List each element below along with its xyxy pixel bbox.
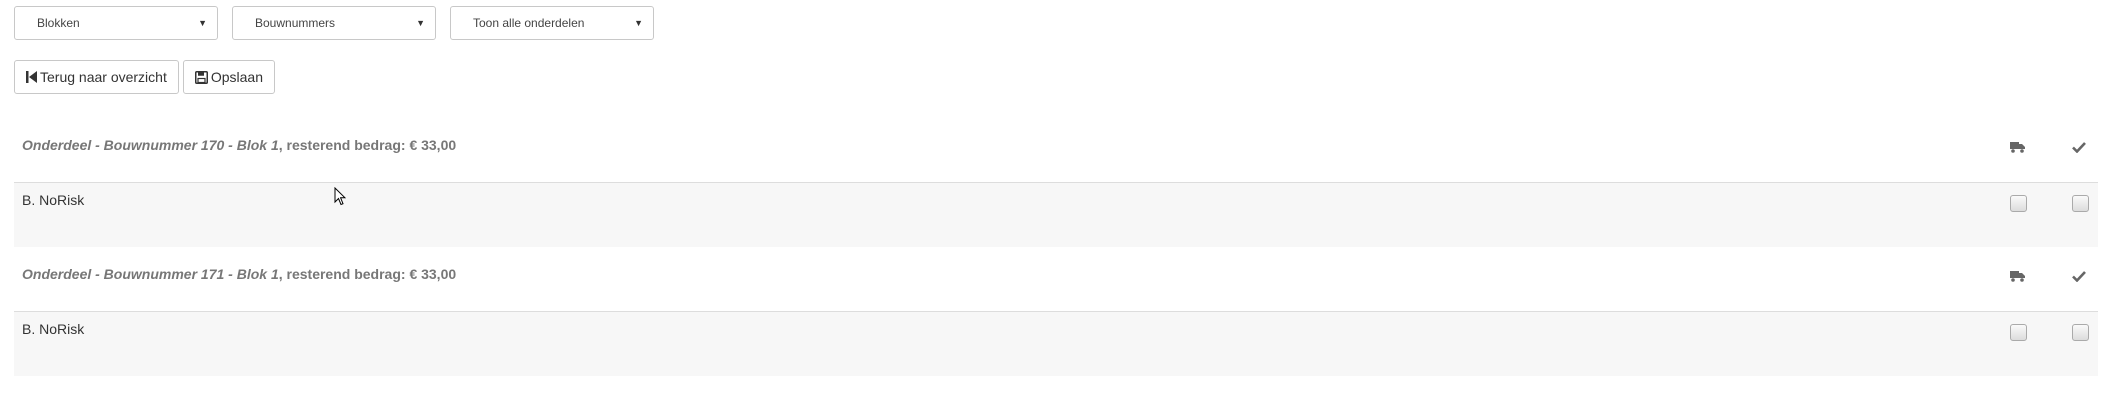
floppy-disk-icon <box>194 70 208 84</box>
bouwnummers-select[interactable]: Bouwnummers ▼ <box>232 6 436 40</box>
check-icon <box>2072 140 2086 158</box>
bouwnummers-select-value: Bouwnummers <box>255 16 336 30</box>
onderdelen-select-value: Toon alle onderdelen <box>473 16 585 30</box>
back-to-overview-label: Terug naar overzicht <box>40 69 167 85</box>
group-remaining-amount: , resterend bedrag: € 33,00 <box>278 266 457 282</box>
check-icon <box>2072 269 2086 287</box>
truck-icon <box>2010 269 2025 287</box>
group-remaining-amount: , resterend bedrag: € 33,00 <box>278 137 457 153</box>
caret-down-icon: ▼ <box>634 18 643 28</box>
list-item-name: B. NoRisk <box>22 321 85 337</box>
caret-down-icon: ▼ <box>198 18 207 28</box>
save-button[interactable]: Opslaan <box>182 60 275 94</box>
truck-icon <box>2010 140 2025 158</box>
toolbar: Terug naar overzicht Opslaan <box>14 60 275 94</box>
list-item: B. NoRisk <box>14 312 2098 376</box>
list-item-name: B. NoRisk <box>22 192 85 208</box>
delivered-checkbox[interactable] <box>2010 195 2027 212</box>
filter-bar: Blokken ▼ Bouwnummers ▼ Toon alle onderd… <box>14 6 654 40</box>
delivered-checkbox[interactable] <box>2010 324 2027 341</box>
group-title-part: Onderdeel - Bouwnummer 170 - Blok 1 <box>22 137 279 153</box>
caret-down-icon: ▼ <box>416 18 425 28</box>
blokken-select-value: Blokken <box>37 16 80 30</box>
group-title: Onderdeel - Bouwnummer 170 - Blok 1, res… <box>22 137 456 153</box>
completed-checkbox[interactable] <box>2072 324 2089 341</box>
save-label: Opslaan <box>210 69 263 85</box>
blokken-select[interactable]: Blokken ▼ <box>14 6 218 40</box>
group-title-part: Onderdeel - Bouwnummer 171 - Blok 1 <box>22 266 279 282</box>
group-header: Onderdeel - Bouwnummer 170 - Blok 1, res… <box>14 120 2098 183</box>
list-item: B. NoRisk <box>14 183 2098 247</box>
group-header: Onderdeel - Bouwnummer 171 - Blok 1, res… <box>14 249 2098 312</box>
onderdelen-select[interactable]: Toon alle onderdelen ▼ <box>450 6 654 40</box>
completed-checkbox[interactable] <box>2072 195 2089 212</box>
back-to-overview-button[interactable]: Terug naar overzicht <box>14 60 179 94</box>
mouse-pointer-icon <box>334 186 347 211</box>
group-title: Onderdeel - Bouwnummer 171 - Blok 1, res… <box>22 266 456 282</box>
step-backward-icon <box>26 71 37 83</box>
